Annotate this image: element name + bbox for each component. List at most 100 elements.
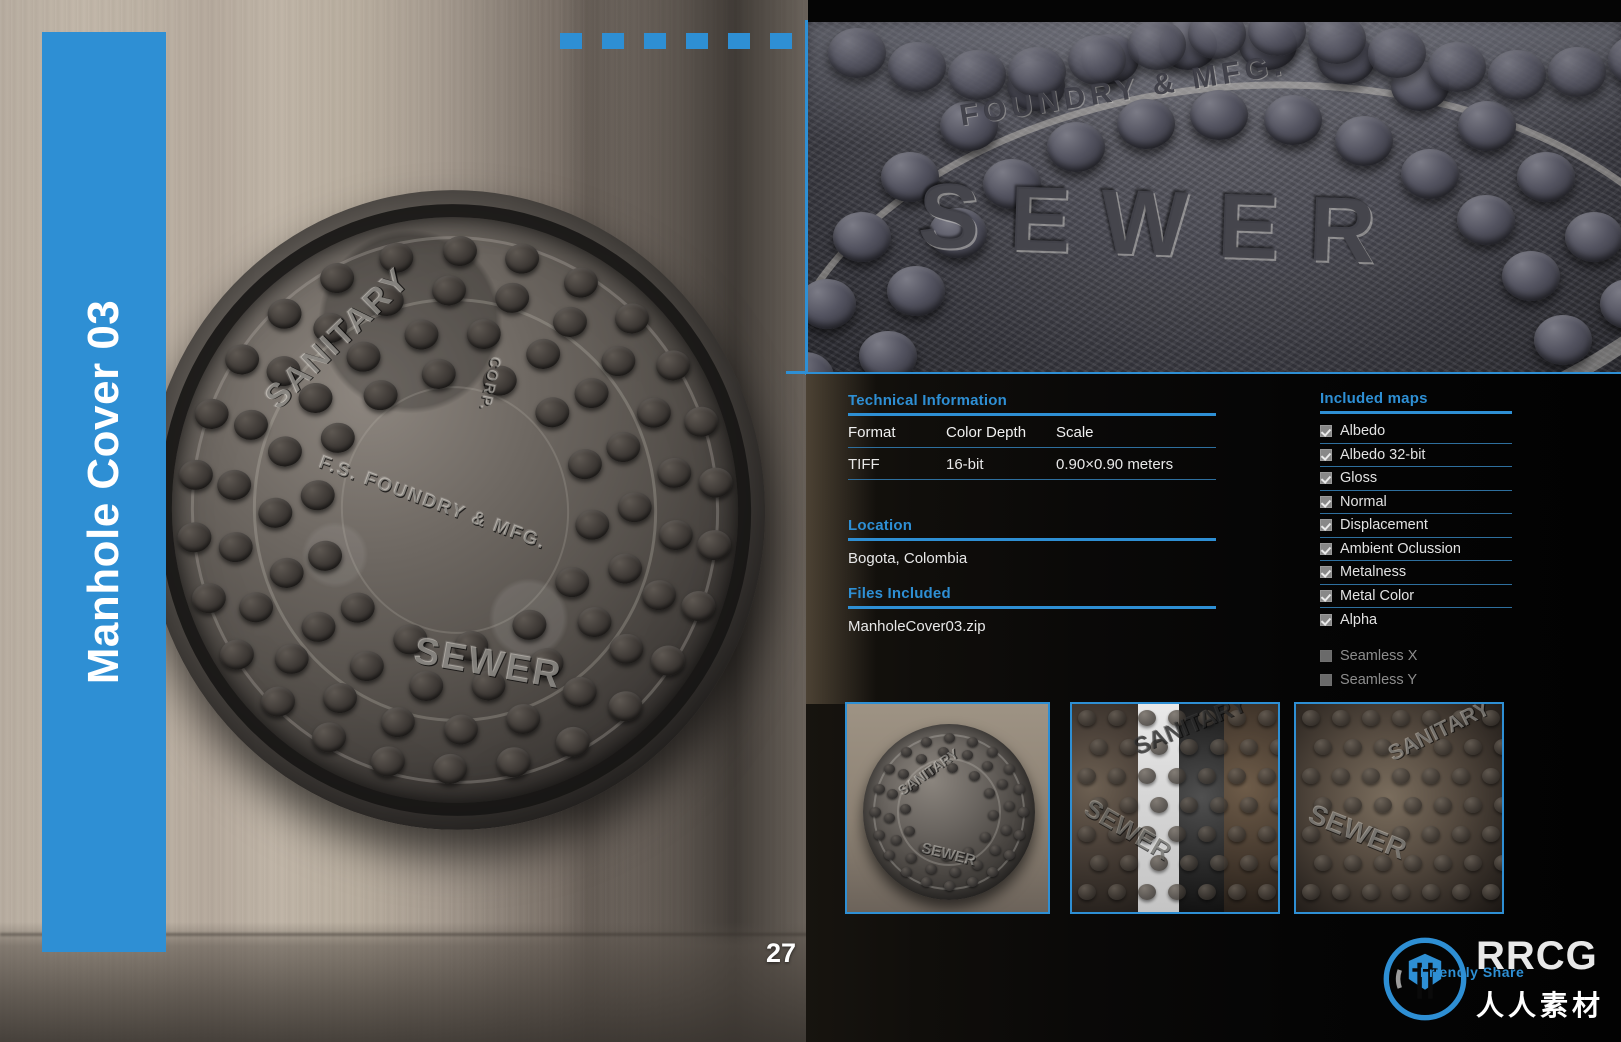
thumbnail-stud (1078, 710, 1096, 726)
location-section: Location Bogota, Colombia (848, 517, 1216, 567)
thumbnail-stud (1240, 739, 1258, 755)
map-option-row[interactable]: Albedo 32-bit (1320, 444, 1512, 467)
thumbnail-stud (1434, 797, 1452, 813)
thumbnail-preview-1[interactable]: SANITARY SEWER (845, 702, 1050, 914)
thumbnail-stud (1332, 826, 1350, 842)
checkbox-icon[interactable] (1320, 448, 1332, 461)
technical-information-section: Technical Information Format Color Depth… (848, 392, 1216, 480)
thumbnail-stud (1362, 768, 1380, 784)
thumbnail-preview-3[interactable]: SANITARY SEWER (1294, 702, 1504, 914)
map-option-row[interactable]: Metalness (1320, 561, 1512, 585)
thumbnail-stud (1482, 826, 1500, 842)
thumbnail-stud (907, 782, 919, 793)
thumbnail-stud (1138, 710, 1156, 726)
thumbnail-stud (886, 789, 898, 800)
map-option-row[interactable]: Metal Color (1320, 585, 1512, 608)
map-option-row[interactable]: Seamless X (1320, 645, 1512, 669)
map-option-row[interactable]: Ambient Oclussion (1320, 538, 1512, 561)
thumbnail-stud (1482, 884, 1500, 900)
thumbnail-preview-2[interactable]: SEWER SANITARY (1070, 702, 1280, 914)
map-option-row[interactable]: Displacement (1320, 514, 1512, 538)
thumbnail-stud (1258, 768, 1276, 784)
checkbox-icon[interactable] (1320, 589, 1332, 602)
checkbox-icon[interactable] (1320, 519, 1332, 532)
decor-dash-row (560, 33, 792, 49)
map-option-row[interactable]: Seamless Y (1320, 668, 1512, 692)
thumbnail-stud (1120, 855, 1138, 871)
thumbnail-stud (1138, 768, 1156, 784)
decor-dash (770, 33, 792, 49)
cell-color-depth: 16-bit (946, 447, 1056, 480)
checkbox-icon[interactable] (1320, 472, 1332, 485)
files-included-section: Files Included ManholeCover03.zip (848, 585, 1216, 635)
thumbnail-stud (1332, 884, 1350, 900)
checkbox-icon[interactable] (1320, 425, 1332, 438)
thumbnail-stud (1374, 739, 1392, 755)
thumbnail-stud (1240, 855, 1258, 871)
map-option-label: Ambient Oclussion (1340, 540, 1461, 557)
detail-stud (888, 42, 946, 93)
thumbnail-stud (1228, 768, 1246, 784)
thumbnail-stud (890, 834, 902, 845)
thumbnail-stud (1150, 855, 1168, 871)
map-option-row[interactable]: Alpha (1320, 608, 1512, 632)
thumbnail-stud (1108, 884, 1126, 900)
thumbnail-stud (884, 812, 896, 823)
map-option-row[interactable]: Albedo (1320, 420, 1512, 444)
thumbnail-stud (1168, 826, 1186, 842)
thumbnail-stud (1150, 797, 1168, 813)
map-option-label: Seamless X (1340, 648, 1418, 665)
page-title: Manhole Cover 03 (79, 299, 128, 685)
checkbox-icon[interactable] (1320, 673, 1332, 686)
checkbox-icon[interactable] (1320, 495, 1332, 508)
thumbnail-stud (1258, 884, 1276, 900)
map-option-label: Displacement (1340, 517, 1428, 534)
thumbnail-stud (1108, 826, 1126, 842)
thumbnail-stud (1258, 710, 1276, 726)
included-maps-list: Albedo Albedo 32-bit Gloss Normal Displaceme… (1320, 420, 1512, 632)
detail-stud (1335, 115, 1394, 166)
checkbox-icon[interactable] (1320, 613, 1332, 626)
thumbnail-stud (1001, 824, 1013, 835)
detail-stud (1116, 98, 1175, 149)
thumbnail-stud (1198, 884, 1216, 900)
thumbnail-stud (968, 770, 980, 781)
thumbnail-stud (1210, 797, 1228, 813)
checkbox-icon[interactable] (1320, 650, 1332, 663)
checkbox-icon[interactable] (1320, 542, 1332, 555)
detail-photo: FOUNDRY & MFG. SEWER (808, 22, 1621, 372)
thumbnail-stud (873, 829, 885, 840)
thumbnail-stud (1120, 739, 1138, 755)
detail-stud (1400, 149, 1459, 200)
seamless-options-list: Seamless X Seamless Y (1320, 645, 1512, 692)
thumbnail-stud (1422, 826, 1440, 842)
included-maps-rule (1320, 411, 1512, 414)
detail-stud (1488, 49, 1546, 100)
map-option-label: Gloss (1340, 470, 1378, 487)
thumbnail-stud (1180, 797, 1198, 813)
detail-stud (1008, 46, 1066, 97)
thumbnail-stud (1168, 884, 1186, 900)
thumbnail-stud (1344, 855, 1362, 871)
thumbnail-stud (1198, 768, 1216, 784)
thumbnail-stud (1422, 710, 1440, 726)
thumbnail-stud (971, 860, 983, 871)
thumbnail-stud (1150, 739, 1168, 755)
thumbnail-stud (1452, 710, 1470, 726)
detail-stud (948, 49, 1006, 100)
thumbnail-stud (944, 881, 955, 891)
map-option-row[interactable]: Normal (1320, 491, 1512, 514)
detail-stud (929, 207, 988, 258)
thumbnail-stud (1078, 884, 1096, 900)
thumbnail-stud (897, 768, 909, 779)
detail-stud (833, 211, 892, 262)
thumbnail-stud (1198, 826, 1216, 842)
thumbnail-stud (1090, 855, 1108, 871)
thumbnail-stud (1210, 855, 1228, 871)
thumbnail-stud (966, 877, 978, 888)
detail-stud (1516, 151, 1575, 202)
cell-scale: 0.90×0.90 meters (1056, 447, 1216, 480)
map-option-row[interactable]: Gloss (1320, 467, 1512, 491)
checkbox-icon[interactable] (1320, 566, 1332, 579)
thumbnail-stud (1108, 710, 1126, 726)
